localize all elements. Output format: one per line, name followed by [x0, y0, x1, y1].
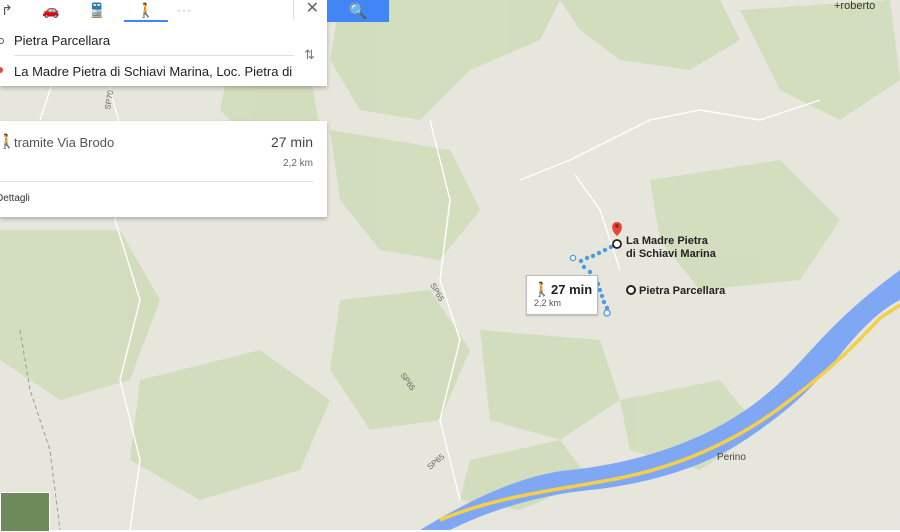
- town-label-perino: Perino: [717, 452, 746, 463]
- callout-distance: 2,2 km: [534, 298, 562, 308]
- callout-time: 27 min: [551, 282, 593, 297]
- close-icon[interactable]: ✕: [306, 0, 319, 18]
- route-divider: [0, 181, 313, 182]
- origin-text: Pietra Parcellara: [14, 33, 111, 48]
- route-time-callout[interactable]: 🚶 27 min 2,2 km: [526, 275, 598, 315]
- route-start-point: [603, 309, 611, 317]
- travel-mode-bar: ↱ 🚗 🚆 🚶 ⋯ ✕: [0, 0, 327, 22]
- origin-marker[interactable]: [626, 285, 636, 295]
- user-account-link[interactable]: +roberto: [834, 0, 875, 12]
- directions-panel: ↱ 🚗 🚆 🚶 ⋯ ✕ Pietra Parcellara La Madre P…: [0, 0, 327, 86]
- walking-icon: 🚶: [533, 281, 551, 297]
- origin-field[interactable]: Pietra Parcellara: [14, 33, 294, 48]
- destination-field[interactable]: La Madre Pietra di Schiavi Marina, Loc. …: [14, 64, 294, 79]
- origin-dot-icon: [0, 38, 4, 44]
- route-waypoint: [569, 254, 577, 262]
- destination-text: La Madre Pietra di Schiavi Marina, Loc. …: [14, 64, 294, 79]
- destination-dot-icon: [0, 67, 3, 73]
- field-divider: [14, 55, 294, 56]
- search-button[interactable]: 🔍: [327, 0, 389, 22]
- search-icon: 🔍: [348, 3, 368, 20]
- destination-label-line2: di Schiavi Marina: [626, 248, 717, 260]
- more-icon[interactable]: ⋯: [172, 0, 196, 20]
- destination-label-line1: La Madre Pietra: [626, 235, 709, 247]
- details-link[interactable]: Dettagli: [0, 193, 30, 204]
- route-via: tramite Via Brodo: [14, 135, 115, 150]
- route-partial-icon[interactable]: ↱: [0, 0, 14, 20]
- car-icon[interactable]: 🚗: [36, 0, 66, 20]
- swap-icon[interactable]: ⇅: [304, 47, 315, 63]
- route-distance: 2,2 km: [282, 158, 313, 169]
- origin-label: Pietra Parcellara: [639, 285, 726, 297]
- route-time: 27 min: [270, 134, 313, 150]
- earth-view-thumbnail[interactable]: [0, 492, 50, 532]
- walking-icon[interactable]: 🚶: [124, 0, 168, 22]
- train-icon[interactable]: 🚆: [82, 0, 112, 20]
- route-card[interactable]: 🚶 tramite Via Brodo 27 min 2,2 km Dettag…: [0, 121, 327, 217]
- divider: [293, 0, 294, 20]
